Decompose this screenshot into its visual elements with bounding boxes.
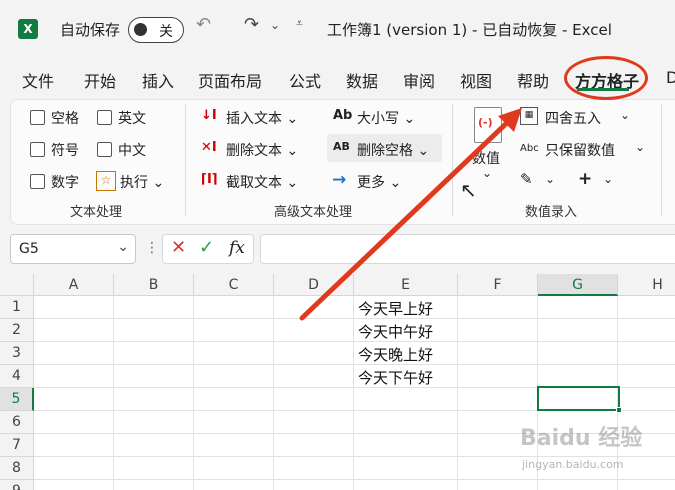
annotation-circle bbox=[564, 56, 648, 100]
mouse-cursor-icon: ↖ bbox=[460, 178, 477, 202]
watermark-url: jingyan.baidu.com bbox=[522, 458, 624, 471]
excel-window: X 自动保存 关 ↶ ↷ ⌄ ⩡ 工作簿1 (version 1) - 已自动恢… bbox=[0, 0, 675, 490]
baidu-watermark: Baidu 经验 bbox=[520, 426, 643, 451]
